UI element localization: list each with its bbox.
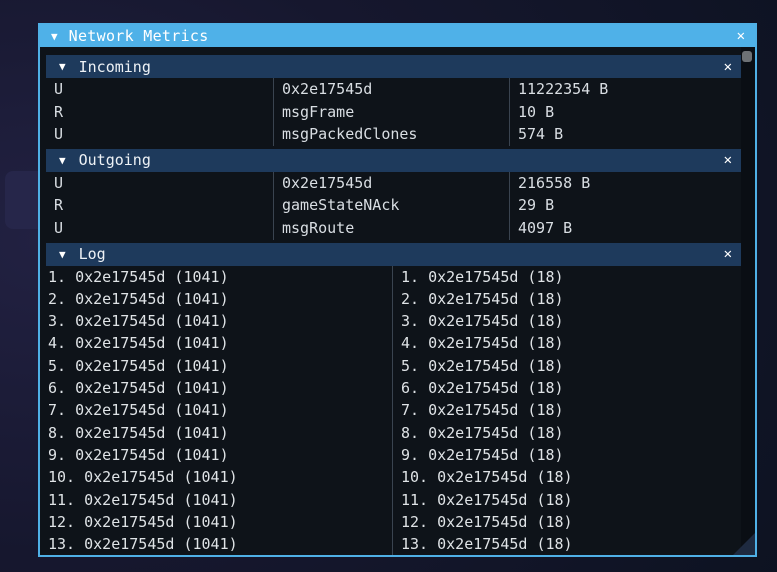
log-entry: 13. 0x2e17545d (1041) [48,535,238,554]
outgoing-collapse-icon[interactable]: ▼ [59,155,66,166]
row-size: 29 B [509,194,741,217]
incoming-table: U 0x2e17545d 11222354 B R msgFrame 10 B … [46,78,741,146]
log-collapse-icon[interactable]: ▼ [59,249,66,260]
log-entry: 13. 0x2e17545d (18) [401,535,573,554]
outgoing-close-icon[interactable]: ✕ [724,153,732,167]
row-channel: U [54,173,64,192]
row-message-name: 0x2e17545d [273,78,509,101]
section-log: ▼ Log ✕ 1. 0x2e17545d (1041) 2. 0x2e1754… [46,242,741,555]
log-column-left: 1. 0x2e17545d (1041) 2. 0x2e17545d (1041… [46,266,392,555]
outgoing-table-row: U 0x2e17545d 216558 B [46,171,741,195]
log-entry: 6. 0x2e17545d (1041) [48,379,229,398]
log-entry: 8. 0x2e17545d (18) [401,423,564,442]
row-size: 10 B [509,100,741,124]
row-size: 216558 B [509,171,741,195]
incoming-collapse-icon[interactable]: ▼ [59,61,66,72]
section-outgoing-header[interactable]: ▼ Outgoing ✕ [46,148,741,172]
section-incoming: ▼ Incoming ✕ U 0x2e17545d 11222354 B R m… [46,55,741,146]
section-log-header[interactable]: ▼ Log ✕ [46,242,741,266]
incoming-table-row: U 0x2e17545d 11222354 B [46,78,741,101]
row-message-name: msgRoute [273,216,509,240]
row-channel: R [54,102,64,121]
log-entry: 2. 0x2e17545d (1041) [48,289,229,308]
section-outgoing: ▼ Outgoing ✕ U 0x2e17545d 216558 B R gam… [46,148,741,240]
row-size: 11222354 B [509,78,741,101]
log-entry: 3. 0x2e17545d (18) [401,312,564,331]
log-entry: 11. 0x2e17545d (1041) [48,490,238,509]
section-incoming-header[interactable]: ▼ Incoming ✕ [46,55,741,78]
log-entry: 3. 0x2e17545d (1041) [48,312,229,331]
log-entry: 7. 0x2e17545d (1041) [48,401,229,420]
row-channel: R [54,196,64,215]
incoming-table-row: R msgFrame 10 B [46,100,741,124]
resize-handle[interactable] [733,533,755,555]
log-entries: 1. 0x2e17545d (1041) 2. 0x2e17545d (1041… [46,265,741,555]
log-column-right: 1. 0x2e17545d (18) 2. 0x2e17545d (18) 3.… [392,265,741,555]
row-channel: U [54,125,64,144]
incoming-close-icon[interactable]: ✕ [724,60,732,74]
log-entry: 4. 0x2e17545d (1041) [48,334,229,353]
row-message-name: 0x2e17545d [273,171,509,195]
row-message-name: msgPackedClones [273,123,509,146]
log-entry: 9. 0x2e17545d (18) [401,445,564,464]
log-title: Log [78,245,106,264]
log-entry: 9. 0x2e17545d (1041) [48,445,229,464]
log-entry: 4. 0x2e17545d (18) [401,334,564,353]
log-entry: 7. 0x2e17545d (18) [401,401,564,420]
window-content: ▼ Incoming ✕ U 0x2e17545d 11222354 B R m… [40,47,741,555]
log-entry: 8. 0x2e17545d (1041) [48,423,229,442]
scrollbar-track[interactable] [741,47,755,555]
log-entry: 10. 0x2e17545d (1041) [48,468,238,487]
window-collapse-icon[interactable]: ▼ [51,31,58,42]
row-message-name: gameStateNAck [273,194,509,217]
log-entry: 1. 0x2e17545d (18) [401,267,564,286]
window-close-icon[interactable]: ✕ [737,29,745,43]
log-entry: 11. 0x2e17545d (18) [401,490,573,509]
outgoing-title: Outgoing [78,151,151,170]
log-close-icon[interactable]: ✕ [724,247,732,261]
log-entry: 1. 0x2e17545d (1041) [48,267,229,286]
log-entry: 2. 0x2e17545d (18) [401,289,564,308]
row-channel: U [54,218,64,237]
log-entry: 12. 0x2e17545d (1041) [48,512,238,531]
log-entry: 5. 0x2e17545d (18) [401,356,564,375]
row-message-name: msgFrame [273,100,509,124]
log-entry: 12. 0x2e17545d (18) [401,512,573,531]
incoming-title: Incoming [78,57,151,76]
outgoing-table-row: U msgRoute 4097 B [46,216,741,240]
incoming-table-row: U msgPackedClones 574 B [46,123,741,146]
log-entry: 10. 0x2e17545d (18) [401,468,573,487]
log-entry: 5. 0x2e17545d (1041) [48,356,229,375]
scrollbar-thumb[interactable] [742,51,752,62]
outgoing-table: U 0x2e17545d 216558 B R gameStateNAck 29… [46,171,741,240]
row-channel: U [54,80,64,98]
outgoing-table-row: R gameStateNAck 29 B [46,194,741,217]
network-metrics-window: ▼ Network Metrics ✕ ▼ Incoming ✕ U 0x2e1… [38,23,757,557]
log-entry: 6. 0x2e17545d (18) [401,379,564,398]
window-body: ▼ Incoming ✕ U 0x2e17545d 11222354 B R m… [40,47,755,555]
row-size: 4097 B [509,216,741,240]
window-title: Network Metrics [68,27,209,45]
window-titlebar[interactable]: ▼ Network Metrics ✕ [40,25,755,47]
row-size: 574 B [509,123,741,146]
